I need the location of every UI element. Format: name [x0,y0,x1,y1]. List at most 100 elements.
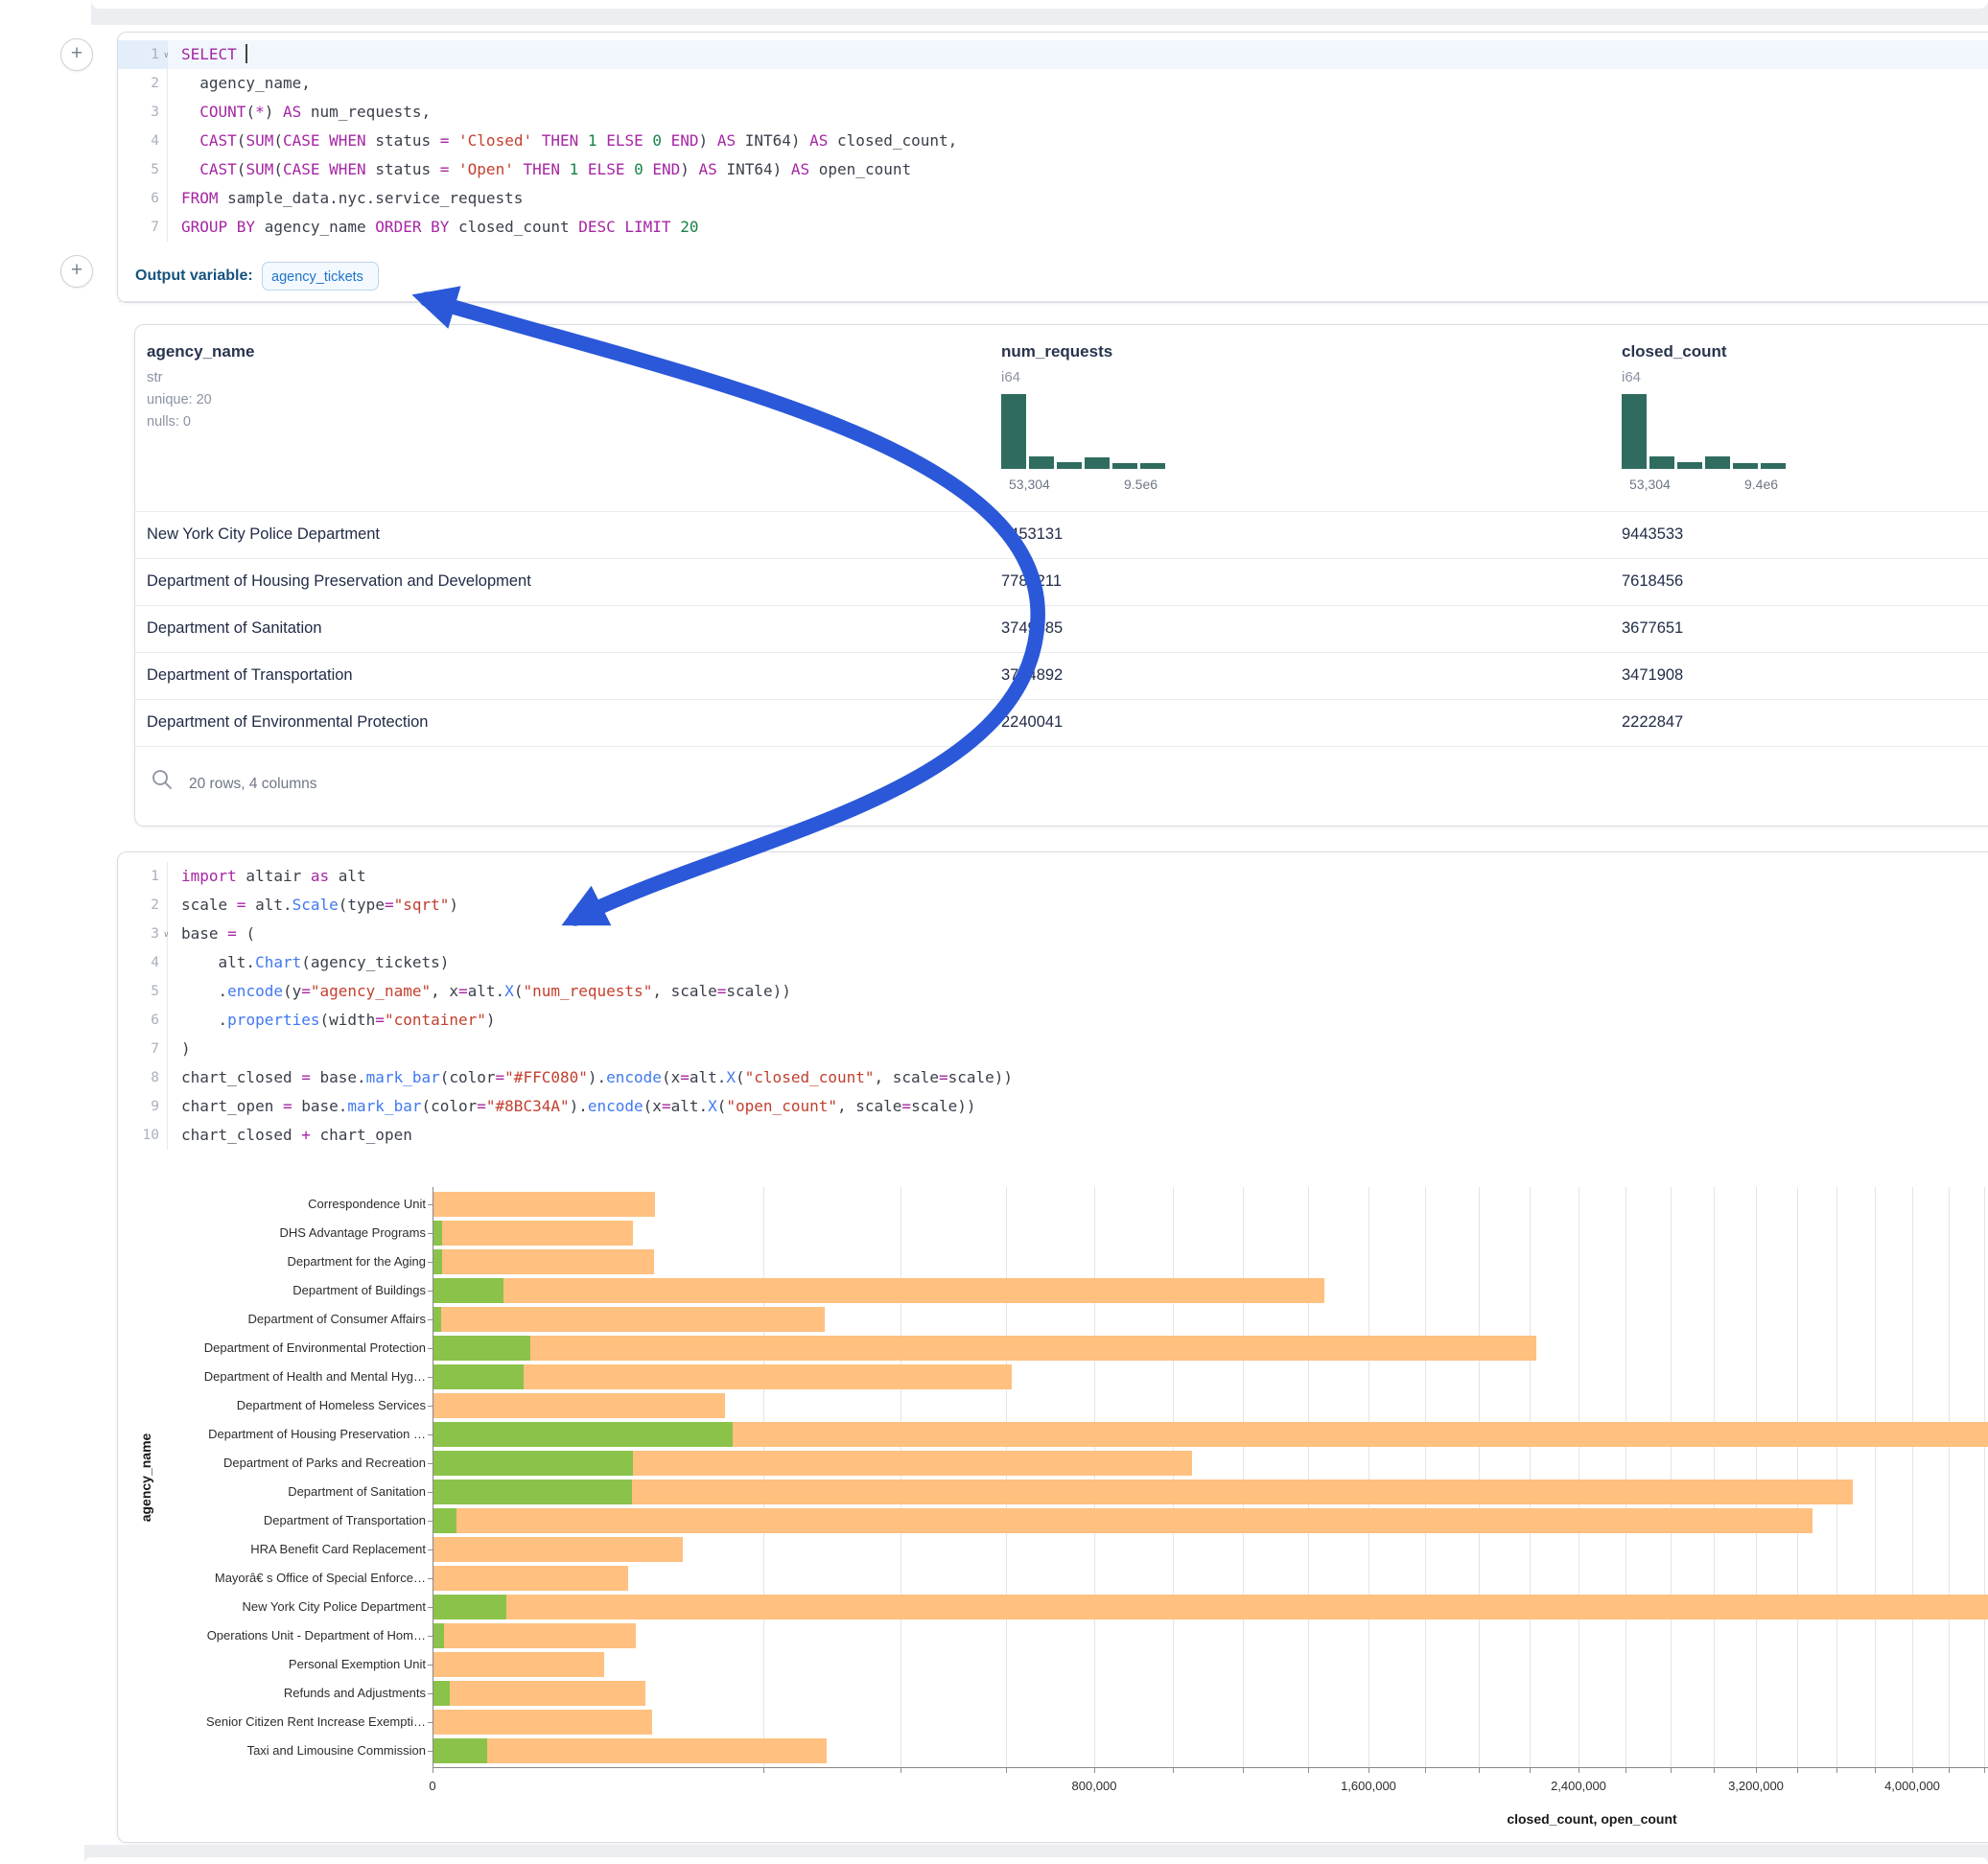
results-table-card: agency_namestrunique: 20nulls: 0 num_requ… [134,324,1988,827]
gridline [1308,1187,1309,1767]
y-axis-tick [428,1636,433,1637]
y-axis-label: Taxi and Limousine Commission [0,1743,426,1758]
line-number: 7 [118,1035,168,1063]
line-number: 9 [118,1092,168,1121]
python-code-editor[interactable]: 1import altair as alt2scale = alt.Scale(… [118,862,1988,1150]
code-text: COUNT(*) AS num_requests, [168,98,431,127]
bar-closed-count [433,1566,628,1591]
table-cell-num: 3774892 [1001,666,1063,685]
code-line[interactable]: 6FROM sample_data.nyc.service_requests [118,184,1988,213]
y-axis-tick [428,1722,433,1723]
notebook-page: + + 1∨SELECT 2 agency_name,3 COUNT(*) AS… [0,0,1988,1864]
previous-cell-bottom [91,0,1988,9]
y-axis-label: Department of Consumer Affairs [0,1312,426,1326]
line-number: 8 [118,1063,168,1092]
code-line[interactable]: 2scale = alt.Scale(type="sqrt") [118,891,1988,920]
bar-open-count [433,1278,503,1303]
sql-code-editor[interactable]: 1∨SELECT 2 agency_name,3 COUNT(*) AS num… [118,40,1988,242]
code-line[interactable]: 7) [118,1035,1988,1063]
column-histogram [1001,394,1166,469]
add-cell-button-top[interactable]: + [60,38,93,71]
code-line[interactable]: 4 CAST(SUM(CASE WHEN status = 'Closed' T… [118,127,1988,155]
gridline [1173,1187,1174,1767]
y-axis-label: Senior Citizen Rent Increase Exempti… [0,1714,426,1729]
code-line[interactable]: 5 .encode(y="agency_name", x=alt.X("num_… [118,977,1988,1006]
gridline [1797,1187,1798,1767]
y-axis-label: Department for the Aging [0,1254,426,1269]
y-axis-tick [428,1406,433,1407]
line-number: 1∨ [118,40,168,69]
code-line[interactable]: 6 .properties(width="container") [118,1006,1988,1035]
code-line[interactable]: 2 agency_name, [118,69,1988,98]
code-line[interactable]: 4 alt.Chart(agency_tickets) [118,948,1988,977]
code-line[interactable]: 10chart_closed + chart_open [118,1121,1988,1150]
code-line[interactable]: 1import altair as alt [118,862,1988,891]
histogram-max-label: 9.5e6 [1124,477,1158,492]
collapse-chevron-icon[interactable]: ∨ [164,41,169,70]
table-cell-closed: 3677651 [1622,619,1683,638]
table-cell-agency: Department of Housing Preservation and D… [147,572,531,591]
bar-closed-count [433,1595,1988,1619]
code-line[interactable]: 3∨base = ( [118,920,1988,948]
y-axis-tick [428,1607,433,1608]
y-axis-tick [428,1463,433,1464]
bar-closed-count [433,1278,1324,1303]
column-name: agency_name [147,342,254,361]
code-line[interactable]: 7GROUP BY agency_name ORDER BY closed_co… [118,213,1988,242]
line-number: 7 [118,213,168,242]
line-number: 4 [118,948,168,977]
table-row-count: 20 rows, 4 columns [189,776,317,793]
table-cell-agency: Department of Sanitation [147,619,322,638]
bar-open-count [433,1307,441,1332]
y-axis-label: Correspondence Unit [0,1197,426,1211]
bar-closed-count [433,1681,645,1706]
line-number: 1 [118,862,168,891]
x-axis-tick-label: 2,400,000 [1551,1779,1606,1793]
gridline [1756,1187,1757,1767]
y-axis-label: DHS Advantage Programs [0,1225,426,1240]
code-text: .properties(width="container") [168,1006,496,1035]
y-axis-label: Operations Unit - Department of Hom… [0,1628,426,1643]
histogram-bar [1029,456,1054,469]
line-number: 6 [118,1006,168,1035]
table-cell-num: 2240041 [1001,713,1063,732]
bar-closed-count [433,1192,655,1217]
histogram-bar [1001,394,1026,469]
table-cell-closed: 7618456 [1622,572,1683,591]
output-variable-pill[interactable]: agency_tickets [262,262,379,291]
x-axis-tick-label: 800,000 [1072,1779,1117,1793]
search-icon[interactable] [151,768,174,791]
y-axis-tick [428,1262,433,1263]
line-number: 10 [118,1121,168,1150]
histogram-bar [1761,463,1786,469]
line-number: 2 [118,891,168,920]
line-number: 6 [118,184,168,213]
histogram-min-label: 53,304 [1629,477,1671,492]
column-header-agency_name[interactable]: agency_namestrunique: 20nulls: 0 [147,342,254,430]
column-type: i64 [1001,369,1112,385]
table-cell-closed: 9443533 [1622,525,1683,544]
y-axis-label: Department of Transportation [0,1513,426,1527]
code-text: agency_name, [168,69,311,98]
add-cell-button-output[interactable]: + [60,255,93,288]
line-number: 5 [118,155,168,184]
y-axis-label: Mayorâ€ s Office of Special Enforce… [0,1571,426,1585]
code-line[interactable]: 5 CAST(SUM(CASE WHEN status = 'Open' THE… [118,155,1988,184]
gridline [1006,1187,1007,1767]
histogram-bar [1649,456,1674,469]
y-axis-tick [428,1578,433,1579]
table-row: Department of Transportation377489234719… [135,652,1988,700]
table-row: Department of Sanitation37494853677651 [135,605,1988,653]
gridline [1984,1187,1985,1767]
code-line[interactable]: 9chart_open = base.mark_bar(color="#8BC3… [118,1092,1988,1121]
code-line[interactable]: 3 COUNT(*) AS num_requests, [118,98,1988,127]
code-line[interactable]: 8chart_closed = base.mark_bar(color="#FF… [118,1063,1988,1092]
y-axis-tick [428,1751,433,1752]
column-stat: unique: 20 [147,392,254,408]
column-header-num_requests[interactable]: num_requestsi64 [1001,342,1112,385]
bar-closed-count [433,1623,636,1648]
code-line[interactable]: 1∨SELECT [118,40,1988,69]
table-cell-agency: Department of Environmental Protection [147,713,428,732]
collapse-chevron-icon[interactable]: ∨ [164,920,169,949]
column-header-closed_count[interactable]: closed_counti64 [1622,342,1727,385]
